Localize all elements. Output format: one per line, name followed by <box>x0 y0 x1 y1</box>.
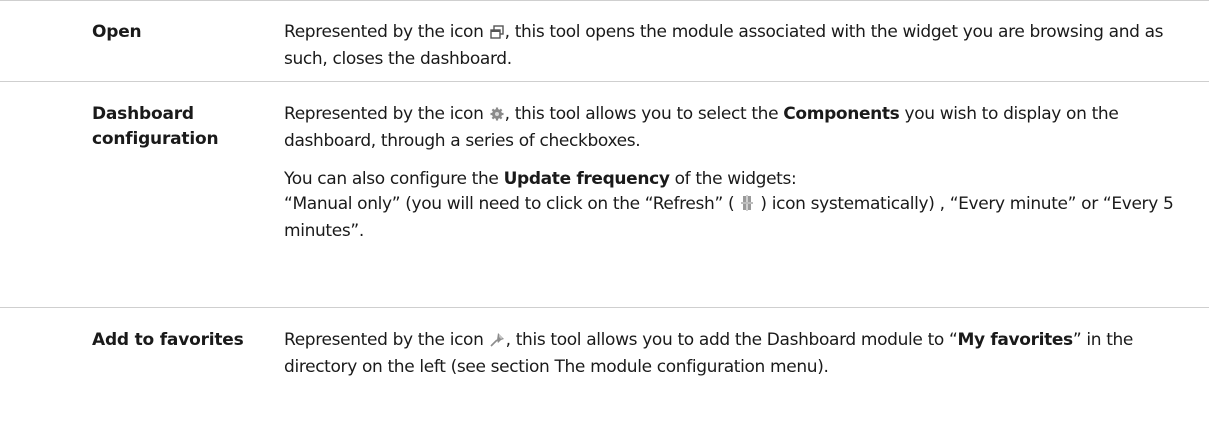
desc-text: , this tool allows you to add the Dashbo… <box>505 330 945 350</box>
desc-text: Represented by the icon <box>284 22 484 42</box>
desc-bold-text: Update frequency <box>503 169 670 189</box>
table-row-add-to-favorites: Add to favorites Represented by the icon… <box>0 308 1209 435</box>
desc-text: You can also configure the <box>284 169 499 189</box>
desc-text: Represented by the icon <box>284 330 484 350</box>
desc-text: of the widgets: <box>674 169 797 189</box>
pin-icon <box>490 330 505 355</box>
term-description: Represented by the icon , this tool allo… <box>284 328 1189 380</box>
desc-bold-text: Components <box>783 104 900 124</box>
term-label: Open <box>92 22 142 42</box>
term-label: Add to favorites <box>92 330 244 350</box>
window-restore-icon <box>489 22 504 47</box>
term-description: Represented by the icon , this tool allo… <box>284 102 1189 244</box>
desc-text: Represented by the icon <box>284 104 484 124</box>
desc-text: , this tool allows you to select the <box>504 104 779 124</box>
table-row-dashboard-configuration: Dashboard configuration Represented by t… <box>0 82 1209 307</box>
desc-bold-text: My favorites <box>957 330 1073 350</box>
refresh-icon <box>740 194 754 219</box>
desc-text: “Manual only” (you will need to click on… <box>284 194 735 214</box>
table-row-open: Open Represented by the icon , this tool… <box>0 0 1209 81</box>
term-label: Dashboard configuration <box>92 104 219 149</box>
gear-icon <box>490 104 504 129</box>
term-description: Represented by the icon , this tool open… <box>284 20 1189 72</box>
